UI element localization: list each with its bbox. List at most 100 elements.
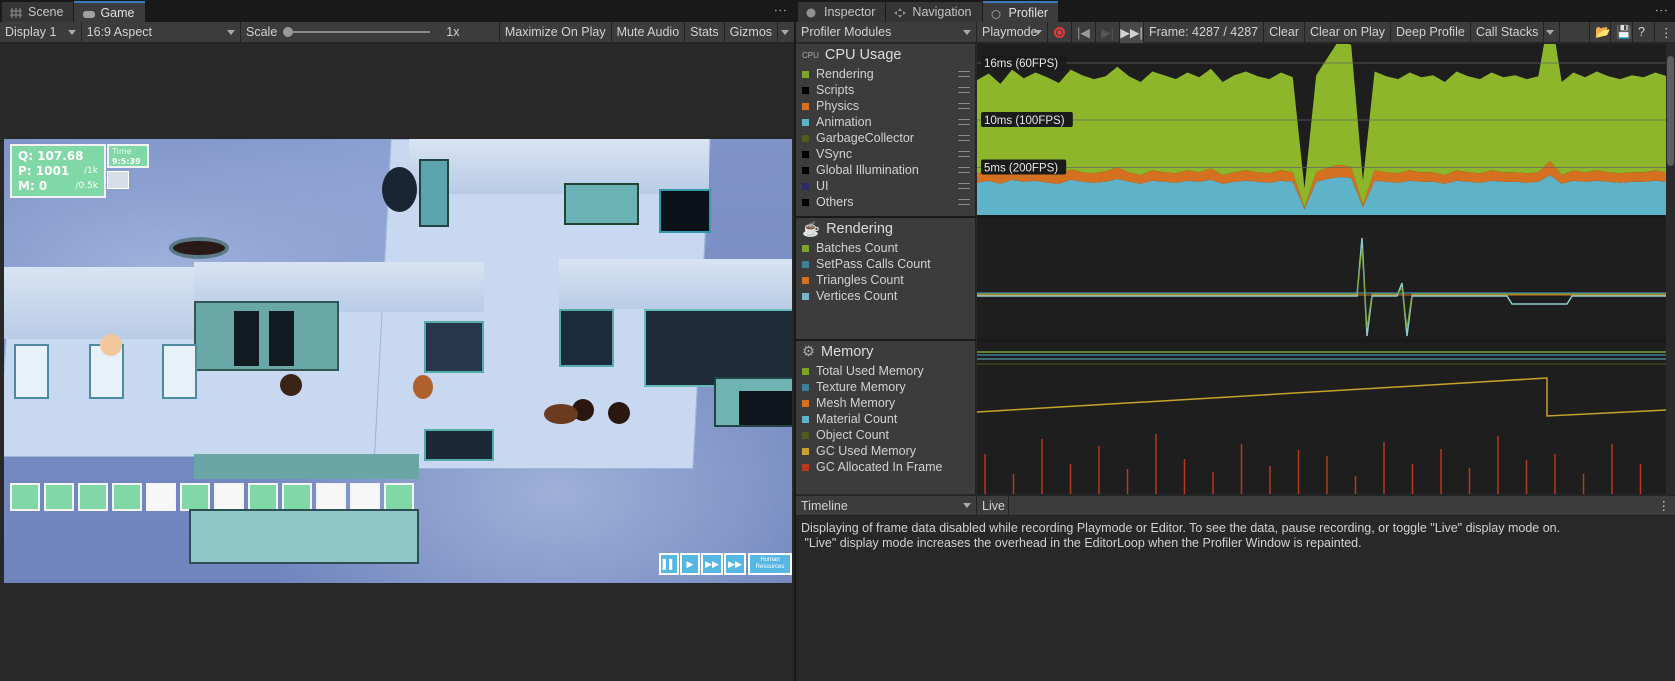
legend-item-material-count[interactable]: Material Count <box>796 411 976 427</box>
tab-profiler[interactable]: Profiler <box>982 1 1059 22</box>
build-slot[interactable] <box>248 483 278 511</box>
game-viewport[interactable]: Q: 107.68 P: 1001/1k M: 0/0.5k Time 9:5:… <box>4 139 792 583</box>
build-slot[interactable] <box>350 483 380 511</box>
build-slot[interactable] <box>44 483 74 511</box>
legend-item-animation[interactable]: Animation <box>796 114 976 130</box>
scrollbar-thumb[interactable] <box>1667 56 1674 166</box>
machine-block <box>194 301 339 371</box>
legend-item-total-used-memory[interactable]: Total Used Memory <box>796 363 976 379</box>
memory-module[interactable]: ⚙ Memory Total Used Memory Texture Memory M… <box>796 341 976 475</box>
build-slot[interactable] <box>78 483 108 511</box>
modules-scrollbar[interactable] <box>1666 44 1675 494</box>
maximize-on-play-toggle[interactable]: Maximize On Play <box>500 21 612 43</box>
legend-item-others[interactable]: Others <box>796 194 976 210</box>
live-toggle[interactable]: Live <box>977 495 1009 516</box>
character[interactable] <box>544 404 578 424</box>
stats-toggle[interactable]: Stats <box>685 21 725 43</box>
m-max: /0.5k <box>75 181 98 191</box>
left-pane-menu-icon[interactable]: ⋮ <box>773 4 788 16</box>
human-resources-button[interactable]: Human Resources <box>748 553 792 575</box>
build-slot[interactable] <box>384 483 414 511</box>
legend-item-gc-used-memory[interactable]: GC Used Memory <box>796 443 976 459</box>
display-dropdown[interactable]: Display 1 <box>0 21 82 43</box>
clear-on-play-toggle[interactable]: Clear on Play <box>1305 21 1392 43</box>
call-stacks-label: Call Stacks <box>1475 25 1539 39</box>
load-icon[interactable]: 📂 <box>1589 21 1611 43</box>
legend-item-triangles-count[interactable]: Triangles Count <box>796 272 976 288</box>
build-slot[interactable] <box>146 483 176 511</box>
legend-item-gc-allocated-in-frame[interactable]: GC Allocated In Frame <box>796 459 976 475</box>
first-frame-button[interactable]: |◀ <box>1072 21 1096 43</box>
mute-audio-toggle[interactable]: Mute Audio <box>612 21 686 43</box>
faster-forward-button[interactable]: ▶▶ <box>724 553 746 575</box>
memory-chart[interactable] <box>977 342 1667 494</box>
drag-handle-icon[interactable] <box>958 183 970 189</box>
target-dropdown[interactable]: Playmode <box>977 21 1048 43</box>
cpu-module[interactable]: CPU CPU Usage Rendering Scripts Physics Anim… <box>796 44 976 210</box>
legend-item-rendering[interactable]: Rendering <box>796 66 976 82</box>
legend-item-vertices-count[interactable]: Vertices Count <box>796 288 976 304</box>
last-frame-icon: ▶▶| <box>1120 25 1143 40</box>
profiler-modules-dropdown[interactable]: Profiler Modules <box>796 21 977 43</box>
build-slot[interactable] <box>316 483 346 511</box>
drag-handle-icon[interactable] <box>958 167 970 173</box>
legend-item-physics[interactable]: Physics <box>796 98 976 114</box>
tab-game[interactable]: Game <box>74 1 145 22</box>
drag-handle-icon[interactable] <box>958 119 970 125</box>
aspect-dropdown[interactable]: 16:9 Aspect <box>82 21 241 43</box>
right-pane-menu-icon[interactable]: ⋮ <box>1654 4 1669 16</box>
character[interactable] <box>100 334 122 356</box>
drag-handle-icon[interactable] <box>958 151 970 157</box>
character[interactable] <box>280 374 302 396</box>
scale-thumb[interactable] <box>283 27 294 37</box>
build-slot[interactable] <box>180 483 210 511</box>
view-dropdown[interactable]: Timeline <box>796 495 977 516</box>
build-slot[interactable] <box>282 483 312 511</box>
deep-profile-toggle[interactable]: Deep Profile <box>1391 21 1471 43</box>
clear-button[interactable]: Clear <box>1264 21 1305 43</box>
legend-item-object-count[interactable]: Object Count <box>796 427 976 443</box>
rendering-chart[interactable] <box>977 218 1667 339</box>
play-button[interactable]: ▶ <box>680 553 700 575</box>
build-slot[interactable] <box>112 483 142 511</box>
scale-track[interactable] <box>283 27 431 37</box>
character[interactable] <box>608 402 630 424</box>
current-frame-button[interactable]: ▶▶| <box>1120 21 1144 43</box>
help-icon[interactable]: ? <box>1633 21 1655 43</box>
drag-handle-icon[interactable] <box>958 135 970 141</box>
record-button[interactable] <box>1048 21 1072 43</box>
legend-item-mesh-memory[interactable]: Mesh Memory <box>796 395 976 411</box>
profiler-menu-icon[interactable]: ⋮ <box>1655 22 1675 43</box>
drag-handle-icon[interactable] <box>958 199 970 205</box>
drag-handle-icon[interactable] <box>958 71 970 77</box>
call-stacks-toggle[interactable]: Call Stacks <box>1471 21 1545 43</box>
gizmos-dropdown[interactable] <box>778 22 794 43</box>
tab-inspector[interactable]: Inspector <box>798 1 886 22</box>
drag-handle-icon[interactable] <box>958 103 970 109</box>
legend-item-texture-memory[interactable]: Texture Memory <box>796 379 976 395</box>
legend-item-setpass-calls-count[interactable]: SetPass Calls Count <box>796 256 976 272</box>
next-frame-button[interactable]: ▶| <box>1096 21 1120 43</box>
legend-item-batches-count[interactable]: Batches Count <box>796 240 976 256</box>
details-menu-icon[interactable]: ⋮ <box>1653 495 1675 516</box>
fast-forward-button[interactable]: ▶▶ <box>701 553 723 575</box>
legend-item-scripts[interactable]: Scripts <box>796 82 976 98</box>
legend-item-vsync[interactable]: VSync <box>796 146 976 162</box>
cpu-usage-chart[interactable]: 16ms (60FPS) 10ms (100FPS) 5ms (200FPS) <box>977 44 1667 215</box>
rendering-module[interactable]: ☕ Rendering Batches Count SetPass Calls Co… <box>796 218 976 304</box>
legend-item-ui[interactable]: UI <box>796 178 976 194</box>
pause-button[interactable]: ▌▌ <box>659 553 679 575</box>
map-button[interactable] <box>107 171 129 189</box>
gizmos-toggle[interactable]: Gizmos <box>725 21 779 43</box>
scale-slider[interactable]: Scale 1x <box>241 21 500 43</box>
legend-item-global-illumination[interactable]: Global Illumination <box>796 162 976 178</box>
build-slot[interactable] <box>214 483 244 511</box>
tab-scene[interactable]: Scene <box>2 1 74 22</box>
call-stacks-dropdown[interactable] <box>1544 21 1561 43</box>
legend-item-garbagecollector[interactable]: GarbageCollector <box>796 130 976 146</box>
save-icon[interactable]: 💾 <box>1611 21 1633 43</box>
build-slot[interactable] <box>10 483 40 511</box>
tab-navigation[interactable]: Navigation <box>886 1 982 22</box>
character[interactable] <box>413 375 433 399</box>
drag-handle-icon[interactable] <box>958 87 970 93</box>
